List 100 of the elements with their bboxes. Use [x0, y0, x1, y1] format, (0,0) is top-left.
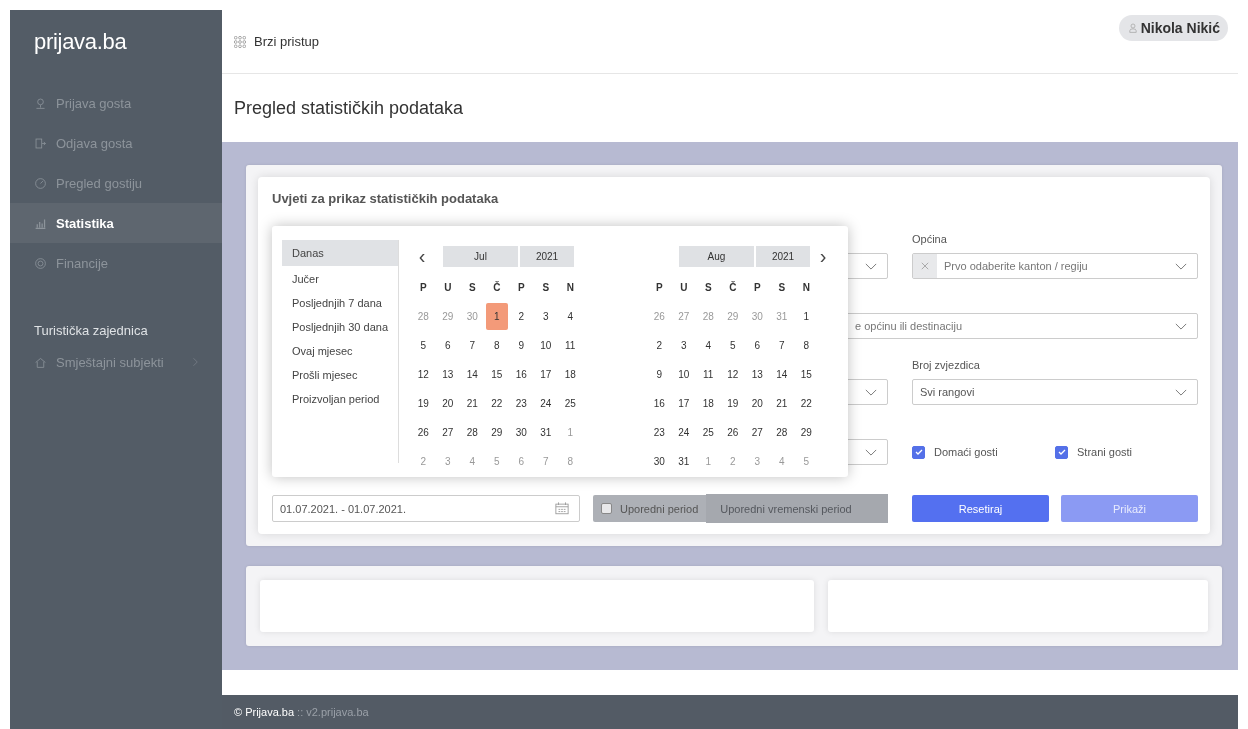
month-select[interactable]: Aug: [679, 245, 754, 267]
preset-option[interactable]: Danas: [282, 240, 398, 266]
calendar-day[interactable]: 27: [746, 419, 769, 446]
preset-option[interactable]: Prošli mjesec: [282, 364, 398, 386]
calendar-day[interactable]: 13: [436, 361, 459, 388]
weekday-label: U: [443, 281, 453, 295]
preset-option[interactable]: Posljednjih 7 dana: [282, 292, 398, 314]
preset-option[interactable]: Jučer: [282, 268, 398, 290]
calendar-day[interactable]: 29: [485, 419, 508, 446]
calendar-day[interactable]: 15: [795, 361, 818, 388]
year-select[interactable]: 2021: [756, 245, 810, 267]
calendar-day[interactable]: 3: [534, 303, 557, 330]
calendar-day[interactable]: 25: [559, 390, 582, 417]
weekday-label: S: [541, 281, 551, 295]
calendar-day[interactable]: 6: [436, 332, 459, 359]
calendar-day[interactable]: 26: [721, 419, 744, 446]
sidebar-section-title: Turistička zajednica: [33, 322, 149, 340]
bar-chart-icon: [34, 216, 47, 230]
preset-option[interactable]: Posljednjih 30 dana: [282, 316, 398, 338]
calendar-day[interactable]: 31: [672, 448, 695, 475]
calendar-day[interactable]: 15: [485, 361, 508, 388]
calendar-day[interactable]: 14: [770, 361, 793, 388]
calendar-day[interactable]: 31: [534, 419, 557, 446]
previous-month-button[interactable]: ‹: [411, 245, 433, 267]
date-range-field[interactable]: 01.07.2021. - 01.07.2021.: [272, 495, 580, 522]
star-rating-select[interactable]: Svi rangovi: [912, 379, 1198, 405]
calendar-day[interactable]: 24: [672, 419, 695, 446]
calendar-day[interactable]: 30: [648, 448, 671, 475]
calendar-day[interactable]: 10: [534, 332, 557, 359]
calendar-day[interactable]: 14: [461, 361, 484, 388]
calendar-day[interactable]: 26: [412, 419, 435, 446]
calendar-day[interactable]: 25: [697, 419, 720, 446]
calendar-day[interactable]: 30: [510, 419, 533, 446]
user-icon: [1128, 22, 1137, 33]
calendar-day[interactable]: 3: [672, 332, 695, 359]
calendar-day[interactable]: 12: [721, 361, 744, 388]
calendar-day[interactable]: 2: [648, 332, 671, 359]
calendar-day[interactable]: 7: [770, 332, 793, 359]
calendar-day[interactable]: 28: [461, 419, 484, 446]
calendar-day[interactable]: 9: [510, 332, 533, 359]
calendar-day[interactable]: 4: [697, 332, 720, 359]
calendar-day[interactable]: 18: [697, 390, 720, 417]
calendar-day[interactable]: 7: [461, 332, 484, 359]
calendar-day[interactable]: 9: [648, 361, 671, 388]
calendar-day[interactable]: 21: [461, 390, 484, 417]
calendar-day[interactable]: 8: [795, 332, 818, 359]
calendar-day[interactable]: 6: [746, 332, 769, 359]
checkmark-icon: [1056, 447, 1067, 457]
calendar-day[interactable]: 13: [746, 361, 769, 388]
calendar-day[interactable]: 11: [697, 361, 720, 388]
month-select[interactable]: Jul: [443, 245, 518, 267]
calendar-day[interactable]: 23: [648, 419, 671, 446]
checkbox[interactable]: [601, 503, 612, 514]
checkbox-label[interactable]: Domaći gosti: [934, 446, 998, 458]
municipality-select[interactable]: Prvo odaberite kanton / regiju: [912, 253, 1198, 279]
weekday-label: S: [703, 281, 713, 295]
checkbox[interactable]: [912, 445, 925, 459]
calendar-day[interactable]: 16: [648, 390, 671, 417]
calendar-day[interactable]: 27: [436, 419, 459, 446]
checkbox-label[interactable]: Uporedni period: [620, 502, 699, 515]
calendar-day[interactable]: 1: [485, 303, 508, 330]
calendar-day[interactable]: 19: [412, 390, 435, 417]
calendar-day[interactable]: 24: [534, 390, 557, 417]
calendar-day[interactable]: 5: [412, 332, 435, 359]
logo[interactable]: prijava.ba: [10, 10, 222, 66]
calendar-day[interactable]: 4: [559, 303, 582, 330]
action-button[interactable]: Resetiraj: [912, 495, 1049, 522]
calendar-day[interactable]: 22: [485, 390, 508, 417]
calendar-day[interactable]: 1: [795, 303, 818, 330]
calendar-day[interactable]: 20: [436, 390, 459, 417]
weekday-label: P: [752, 281, 762, 295]
calendar-day[interactable]: 28: [770, 419, 793, 446]
preset-option[interactable]: Ovaj mjesec: [282, 340, 398, 362]
calendar-day[interactable]: 8: [485, 332, 508, 359]
year-select[interactable]: 2021: [520, 245, 574, 267]
sidebar-item[interactable]: Statistika: [10, 203, 222, 243]
calendar-day[interactable]: 17: [534, 361, 557, 388]
calendar-day[interactable]: 29: [795, 419, 818, 446]
exit-icon: [34, 136, 47, 150]
calendar-day[interactable]: 11: [559, 332, 582, 359]
calendar-day[interactable]: 21: [770, 390, 793, 417]
calendar-day[interactable]: 19: [721, 390, 744, 417]
next-month-button[interactable]: ›: [812, 245, 834, 267]
calendar-day[interactable]: 16: [510, 361, 533, 388]
footer-brand: © Prijava.ba: [234, 706, 295, 718]
calendar-day[interactable]: 17: [672, 390, 695, 417]
user-menu-button[interactable]: Nikola Nikić: [1118, 14, 1228, 41]
calendar-day[interactable]: 20: [746, 390, 769, 417]
calendar-day[interactable]: 2: [510, 303, 533, 330]
calendar-day[interactable]: 5: [721, 332, 744, 359]
calendar-day[interactable]: 12: [412, 361, 435, 388]
preset-option[interactable]: Proizvoljan period: [282, 388, 398, 410]
checkbox-label[interactable]: Strani gosti: [1077, 446, 1133, 458]
calendar-day[interactable]: 18: [559, 361, 582, 388]
checkbox[interactable]: [1055, 445, 1068, 459]
calendar-day[interactable]: 23: [510, 390, 533, 417]
chevron-down-icon: [1175, 262, 1187, 270]
calendar-day[interactable]: 22: [795, 390, 818, 417]
quick-access-link[interactable]: Brzi pristup: [234, 34, 320, 49]
calendar-day[interactable]: 10: [672, 361, 695, 388]
